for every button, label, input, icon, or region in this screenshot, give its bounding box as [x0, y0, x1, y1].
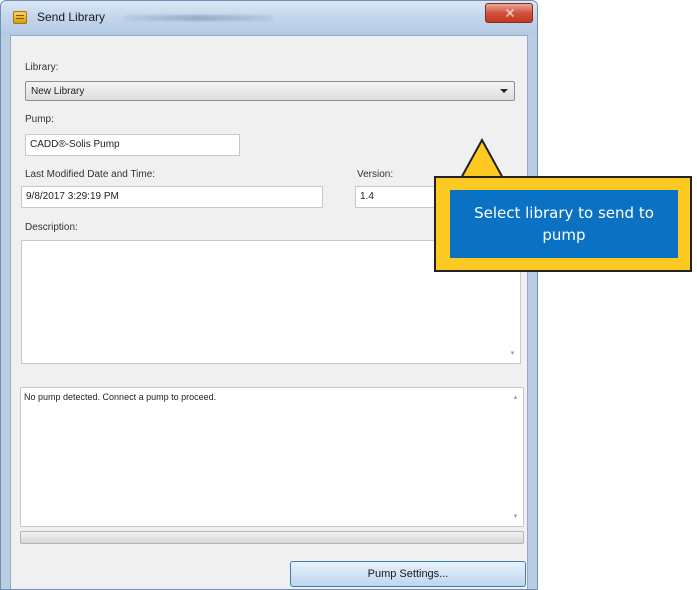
pump-field[interactable]: CADD®-Solis Pump [25, 134, 240, 156]
scroll-up-icon[interactable]: ▴ [512, 394, 519, 401]
library-label: Library: [25, 62, 59, 73]
close-button[interactable] [485, 3, 533, 23]
send-library-window: Send Library Library: New Library Pump: … [0, 0, 538, 590]
library-select[interactable]: New Library [25, 81, 515, 101]
status-message: No pump detected. Connect a pump to proc… [24, 392, 217, 402]
scroll-down-icon[interactable]: ▾ [512, 513, 519, 520]
callout-text: Select library to send to pump [474, 204, 654, 244]
status-log[interactable]: No pump detected. Connect a pump to proc… [20, 387, 524, 527]
redacted-title-text [123, 15, 273, 21]
description-label: Description: [25, 222, 78, 233]
library-icon [13, 11, 27, 24]
title-bar[interactable]: Send Library [1, 1, 537, 35]
version-field[interactable]: 1.4 [355, 186, 445, 208]
progress-bar [20, 531, 524, 544]
chevron-down-icon [500, 89, 508, 93]
pump-settings-button[interactable]: Pump Settings... [290, 561, 526, 587]
callout-pointer [458, 138, 506, 180]
callout-box: Select library to send to pump [434, 176, 692, 272]
modified-field[interactable]: 9/8/2017 3:29:19 PM [21, 186, 323, 208]
library-select-value: New Library [31, 86, 85, 97]
pump-label: Pump: [25, 114, 54, 125]
version-label: Version: [357, 169, 394, 180]
window-title: Send Library [37, 10, 106, 24]
callout-panel: Select library to send to pump [450, 190, 678, 258]
scroll-down-icon[interactable]: ▾ [509, 350, 516, 357]
dialog-body: Library: New Library Pump: CADD®-Solis P… [10, 35, 528, 589]
modified-label: Last Modified Date and Time: [25, 169, 156, 180]
